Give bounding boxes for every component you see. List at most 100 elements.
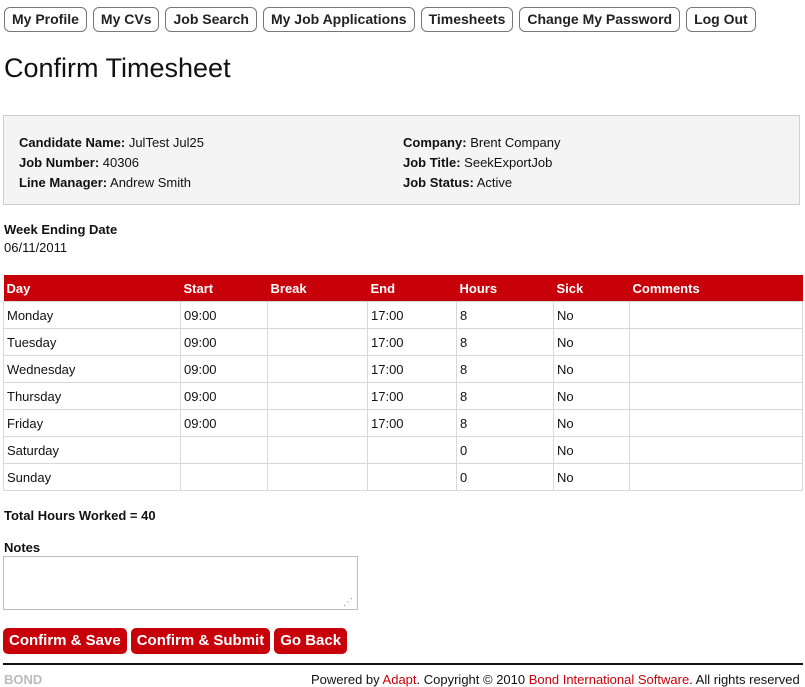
table-row: Saturday 0 No — [3, 436, 803, 464]
sick-cell: No — [553, 436, 630, 464]
day-cell: Wednesday — [3, 355, 181, 383]
start-cell: 09:00 — [180, 382, 268, 410]
week-ending-label: Week Ending Date — [4, 222, 118, 237]
column-header-comments: Comments — [629, 275, 803, 302]
job-title-value: SeekExportJob — [464, 155, 553, 170]
line-manager-label: Line Manager: — [19, 175, 108, 190]
nav-my-job-applications[interactable]: My Job Applications — [262, 7, 415, 32]
table-header-row: Day Start Break End Hours Sick Comments — [3, 275, 803, 302]
comments-cell — [629, 328, 803, 356]
job-status-row: Job Status: Active — [403, 173, 561, 193]
candidate-name-label: Candidate Name: — [19, 135, 126, 150]
day-cell: Monday — [3, 301, 181, 329]
action-buttons: Confirm & Save Confirm & Submit Go Back — [3, 628, 348, 654]
job-info-right: Company: Brent Company Job Title: SeekEx… — [403, 133, 561, 193]
day-cell: Friday — [3, 409, 181, 437]
sick-cell: No — [553, 328, 630, 356]
end-cell: 17:00 — [367, 301, 457, 329]
nav-change-password[interactable]: Change My Password — [519, 7, 681, 32]
break-cell — [267, 436, 368, 464]
company-row: Company: Brent Company — [403, 133, 561, 153]
sick-cell: No — [553, 301, 630, 329]
table-row: Sunday 0 No — [3, 463, 803, 491]
company-label: Company: — [403, 135, 467, 150]
top-navigation: My Profile My CVs Job Search My Job Appl… — [4, 7, 756, 32]
column-header-end: End — [367, 275, 457, 302]
table-row: Wednesday 09:00 17:00 8 No — [3, 355, 803, 383]
end-cell — [367, 463, 457, 491]
break-cell — [267, 301, 368, 329]
break-cell — [267, 463, 368, 491]
sick-cell: No — [553, 382, 630, 410]
break-cell — [267, 382, 368, 410]
day-cell: Tuesday — [3, 328, 181, 356]
break-cell — [267, 355, 368, 383]
line-manager-row: Line Manager: Andrew Smith — [19, 173, 204, 193]
column-header-hours: Hours — [456, 275, 554, 302]
end-cell: 17:00 — [367, 409, 457, 437]
comments-cell — [629, 463, 803, 491]
column-header-day: Day — [3, 275, 181, 302]
nav-my-cvs[interactable]: My CVs — [92, 7, 160, 32]
end-cell: 17:00 — [367, 328, 457, 356]
job-title-row: Job Title: SeekExportJob — [403, 153, 561, 173]
notes-textarea[interactable] — [3, 556, 358, 610]
confirm-save-button[interactable]: Confirm & Save — [3, 628, 127, 654]
comments-cell — [629, 436, 803, 464]
go-back-button[interactable]: Go Back — [274, 628, 348, 654]
candidate-name-value: JulTest Jul25 — [128, 135, 204, 150]
day-cell: Thursday — [3, 382, 181, 410]
start-cell: 09:00 — [180, 301, 268, 329]
column-header-start: Start — [180, 275, 268, 302]
nav-job-search[interactable]: Job Search — [165, 7, 257, 32]
nav-timesheets[interactable]: Timesheets — [420, 7, 514, 32]
job-number-row: Job Number: 40306 — [19, 153, 204, 173]
start-cell: 09:00 — [180, 328, 268, 356]
hours-cell: 0 — [456, 463, 554, 491]
column-header-sick: Sick — [553, 275, 630, 302]
line-manager-value: Andrew Smith — [110, 175, 191, 190]
comments-cell — [629, 409, 803, 437]
timesheet-table: Day Start Break End Hours Sick Comments … — [3, 275, 803, 491]
page-title: Confirm Timesheet — [4, 53, 231, 83]
sick-cell: No — [553, 355, 630, 383]
break-cell — [267, 409, 368, 437]
hours-cell: 8 — [456, 355, 554, 383]
column-header-break: Break — [267, 275, 368, 302]
hours-cell: 8 — [456, 328, 554, 356]
hours-cell: 8 — [456, 382, 554, 410]
start-cell — [180, 463, 268, 491]
notes-label: Notes — [4, 540, 41, 555]
job-number-label: Job Number: — [19, 155, 100, 170]
table-row: Monday 09:00 17:00 8 No — [3, 301, 803, 329]
job-status-label: Job Status: — [403, 175, 474, 190]
footer-divider — [3, 663, 803, 665]
start-cell: 09:00 — [180, 355, 268, 383]
hours-cell: 8 — [456, 301, 554, 329]
candidate-name-row: Candidate Name: JulTest Jul25 — [19, 133, 204, 153]
week-ending-value: 06/11/2011 — [4, 240, 68, 255]
day-cell: Sunday — [3, 463, 181, 491]
table-row: Tuesday 09:00 17:00 8 No — [3, 328, 803, 356]
day-cell: Saturday — [3, 436, 181, 464]
table-row: Thursday 09:00 17:00 8 No — [3, 382, 803, 410]
total-hours-worked: Total Hours Worked = 40 — [4, 508, 156, 523]
job-number-value: 40306 — [102, 155, 139, 170]
hours-cell: 8 — [456, 409, 554, 437]
break-cell — [267, 328, 368, 356]
end-cell: 17:00 — [367, 355, 457, 383]
resize-grip-icon[interactable]: ⋰ — [343, 597, 353, 608]
confirm-submit-button[interactable]: Confirm & Submit — [130, 628, 271, 654]
hours-cell: 0 — [456, 436, 554, 464]
comments-cell — [629, 301, 803, 329]
nav-my-profile[interactable]: My Profile — [4, 7, 87, 32]
job-status-value: Active — [476, 175, 513, 190]
start-cell: 09:00 — [180, 409, 268, 437]
sick-cell: No — [553, 463, 630, 491]
end-cell: 17:00 — [367, 382, 457, 410]
comments-cell — [629, 355, 803, 383]
job-info-panel: Candidate Name: JulTest Jul25 Job Number… — [3, 115, 800, 205]
end-cell — [367, 436, 457, 464]
sick-cell: No — [553, 409, 630, 437]
nav-log-out[interactable]: Log Out — [686, 7, 756, 32]
